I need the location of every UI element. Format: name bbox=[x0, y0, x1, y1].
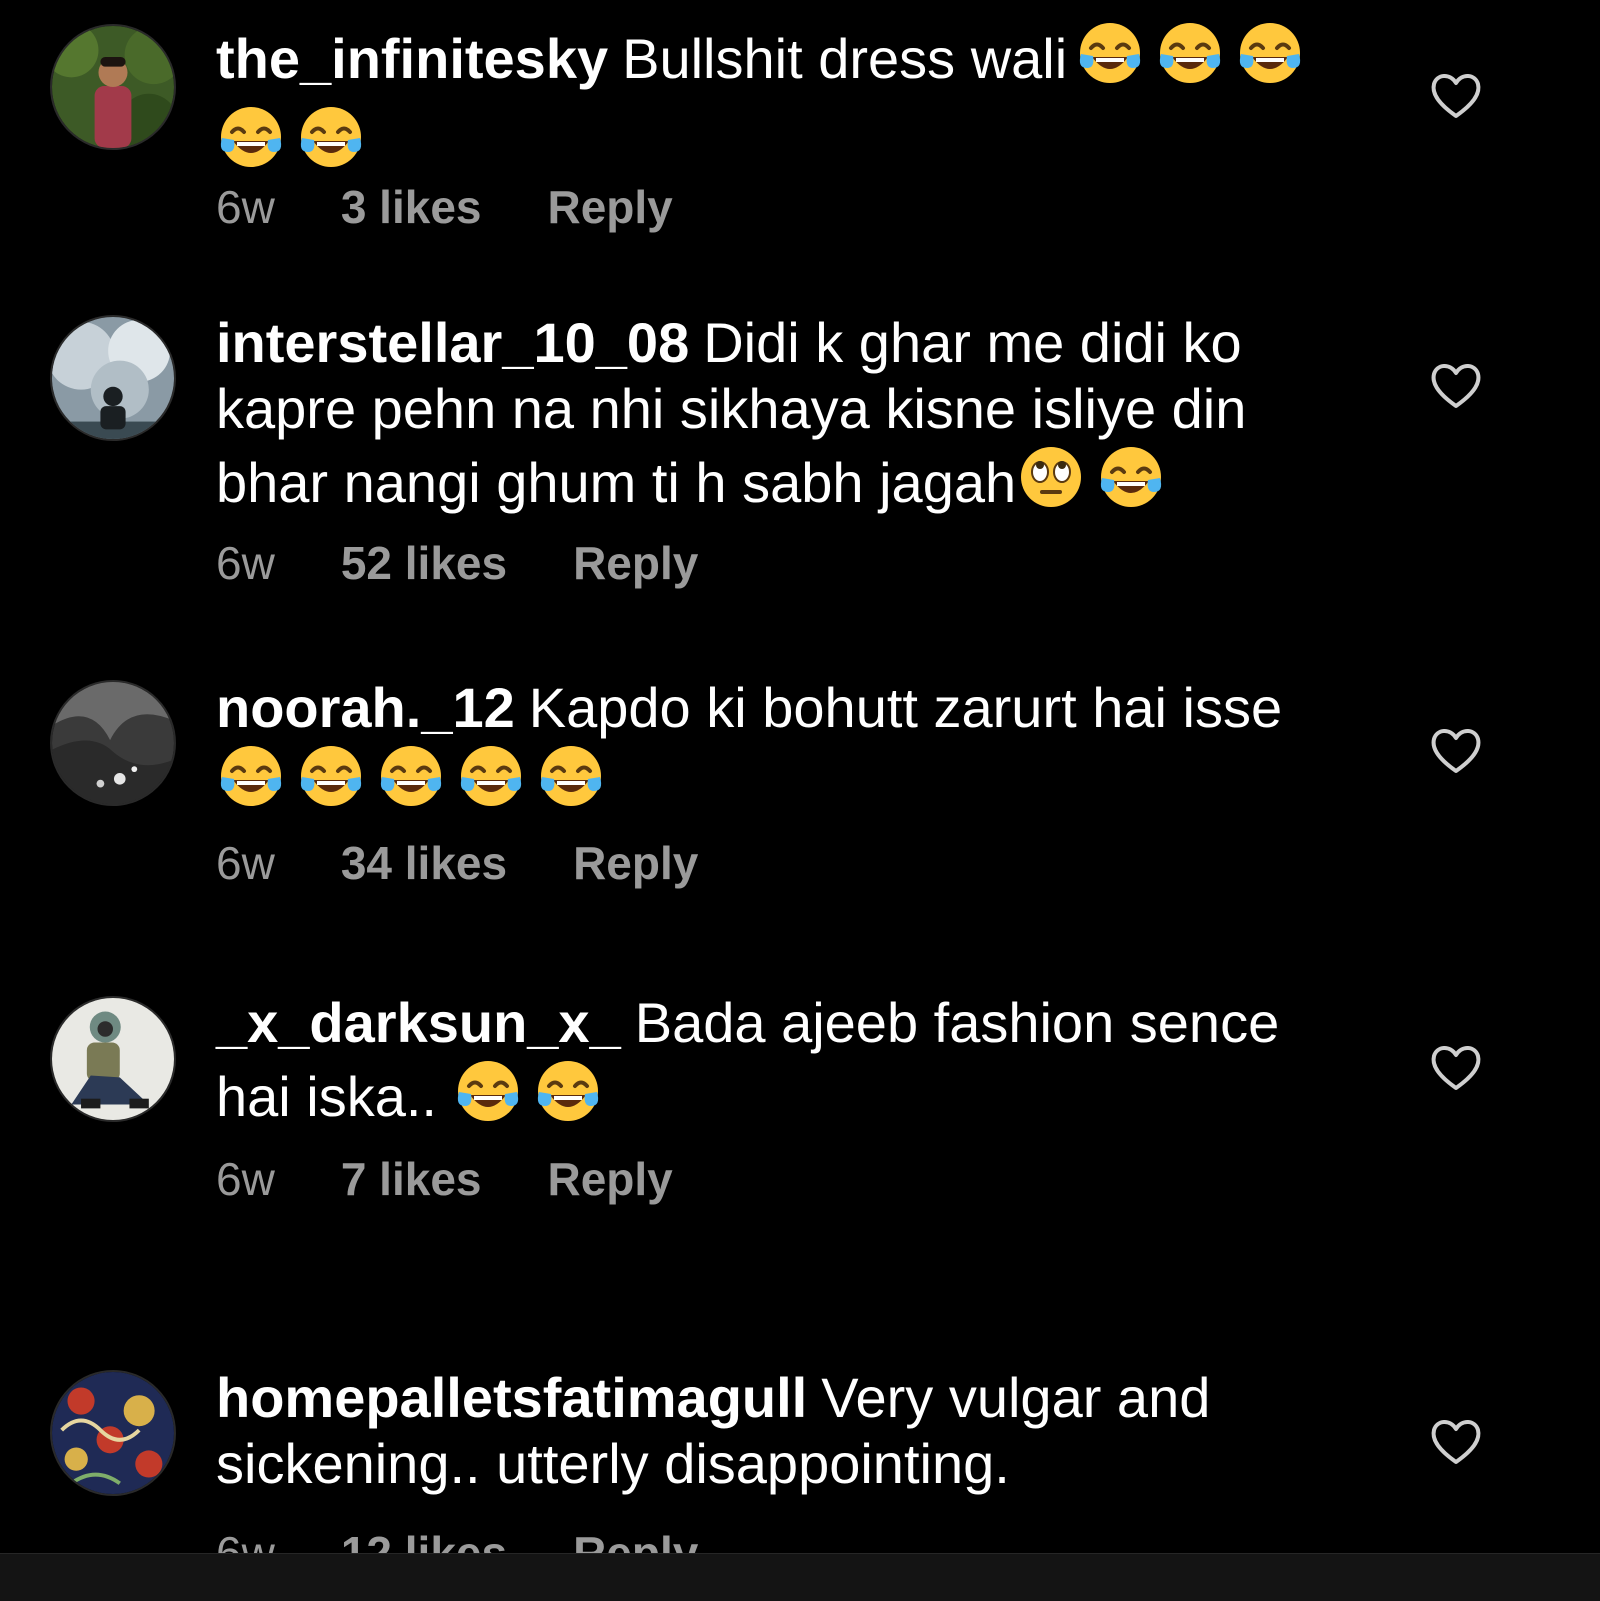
emoji-group bbox=[453, 1056, 613, 1140]
bottom-input-bar bbox=[0, 1553, 1600, 1601]
avatar[interactable] bbox=[50, 315, 176, 441]
avatar-photo bbox=[52, 998, 174, 1120]
comment-username[interactable]: interstellar_10_08 bbox=[216, 311, 689, 374]
comment-likes[interactable]: 3 likes bbox=[341, 181, 482, 233]
comment-timestamp: 6w bbox=[216, 181, 275, 233]
comment-username[interactable]: noorah._12 bbox=[216, 676, 515, 739]
comment-text: noorah._12 Kapdo ki bohutt zarurt hai iss… bbox=[216, 675, 1356, 825]
emoji-group bbox=[216, 741, 616, 825]
avatar[interactable] bbox=[50, 24, 176, 150]
comment-likes[interactable]: 34 likes bbox=[341, 837, 507, 889]
avatar-photo bbox=[52, 26, 174, 148]
reply-button[interactable]: Reply bbox=[548, 1153, 673, 1205]
laughing-crying-emoji bbox=[1075, 18, 1145, 88]
emoji-group bbox=[1016, 442, 1176, 526]
emoji-group bbox=[1075, 18, 1315, 102]
avatar-photo bbox=[52, 317, 174, 439]
avatar-photo bbox=[52, 1372, 174, 1494]
comment-timestamp: 6w bbox=[216, 1153, 275, 1205]
laughing-crying-emoji bbox=[216, 741, 286, 811]
comment-timestamp: 6w bbox=[216, 537, 275, 589]
laughing-crying-emoji bbox=[216, 102, 286, 172]
comments-list: the_infinitesky Bullshit dress wali 6w 3 l… bbox=[0, 0, 1600, 1600]
comment-username[interactable]: homepalletsfatimagull bbox=[216, 1366, 807, 1429]
laughing-crying-emoji bbox=[1155, 18, 1225, 88]
like-heart-icon[interactable] bbox=[1428, 1414, 1484, 1470]
reply-button[interactable]: Reply bbox=[548, 181, 673, 233]
comment-text: _x_darksun_x_ Bada ajeeb fashion sence ha… bbox=[216, 990, 1356, 1140]
comment-username[interactable]: the_infinitesky bbox=[216, 27, 608, 90]
reply-button[interactable]: Reply bbox=[573, 837, 698, 889]
comment-text: the_infinitesky Bullshit dress wali bbox=[216, 18, 1356, 186]
laughing-crying-emoji bbox=[453, 1056, 523, 1126]
comment-meta: 6w 34 likes Reply bbox=[216, 836, 698, 890]
comment-timestamp: 6w bbox=[216, 837, 275, 889]
avatar-photo bbox=[52, 682, 174, 804]
laughing-crying-emoji bbox=[296, 102, 366, 172]
laughing-crying-emoji bbox=[536, 741, 606, 811]
eye-roll-emoji bbox=[1016, 442, 1086, 512]
comment-meta: 6w 52 likes Reply bbox=[216, 536, 698, 590]
laughing-crying-emoji bbox=[376, 741, 446, 811]
comment-message: Bullshit dress wali bbox=[622, 27, 1068, 90]
like-heart-icon[interactable] bbox=[1428, 68, 1484, 124]
laughing-crying-emoji bbox=[456, 741, 526, 811]
emoji-group bbox=[216, 102, 376, 186]
comment-message: Kapdo ki bohutt zarurt hai isse bbox=[528, 676, 1283, 739]
comment-meta: 6w 3 likes Reply bbox=[216, 180, 673, 234]
comment-meta: 6w 7 likes Reply bbox=[216, 1152, 673, 1206]
avatar[interactable] bbox=[50, 996, 176, 1122]
laughing-crying-emoji bbox=[533, 1056, 603, 1126]
comment-text: homepalletsfatimagull Very vulgar and sic… bbox=[216, 1365, 1356, 1497]
avatar[interactable] bbox=[50, 1370, 176, 1496]
like-heart-icon[interactable] bbox=[1428, 358, 1484, 414]
comment-username[interactable]: _x_darksun_x_ bbox=[216, 991, 621, 1054]
comment-likes[interactable]: 7 likes bbox=[341, 1153, 482, 1205]
like-heart-icon[interactable] bbox=[1428, 1040, 1484, 1096]
reply-button[interactable]: Reply bbox=[573, 537, 698, 589]
avatar[interactable] bbox=[50, 680, 176, 806]
laughing-crying-emoji bbox=[1235, 18, 1305, 88]
comment-text: interstellar_10_08 Didi k ghar me didi ko… bbox=[216, 310, 1356, 526]
laughing-crying-emoji bbox=[1096, 442, 1166, 512]
laughing-crying-emoji bbox=[296, 741, 366, 811]
like-heart-icon[interactable] bbox=[1428, 723, 1484, 779]
comment-likes[interactable]: 52 likes bbox=[341, 537, 507, 589]
